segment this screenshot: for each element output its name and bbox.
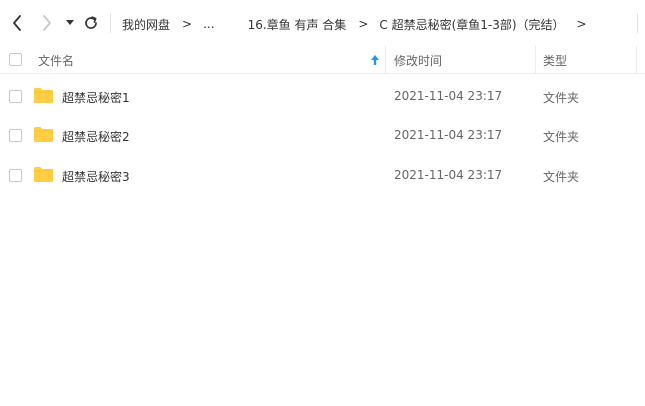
file-modified-time: 2021-11-04 23:17 [394, 89, 503, 103]
column-header-modified[interactable]: 修改时间 [394, 52, 442, 69]
navigation-toolbar: 我的网盘 > ... > 16.章鱼 有声 合集 > C 超禁忌秘密(章鱼1-3… [0, 0, 645, 46]
file-type: 文件夹 [543, 91, 580, 105]
file-row[interactable]: 超禁忌秘密2 2021-11-04 23:17 文件夹 [0, 115, 645, 155]
chevron-left-icon [13, 15, 21, 31]
sort-ascending-icon[interactable] [370, 54, 380, 66]
breadcrumb-item-ellipsis[interactable]: ... [203, 17, 214, 31]
forward-button[interactable] [36, 12, 58, 34]
breadcrumb-separator: > [182, 17, 193, 31]
column-divider[interactable] [636, 46, 637, 74]
breadcrumb-item-root[interactable]: 我的网盘 [122, 16, 170, 33]
breadcrumb-separator: > [358, 17, 369, 31]
back-button[interactable] [6, 12, 28, 34]
file-name[interactable]: 超禁忌秘密2 [62, 128, 130, 145]
file-modified-time: 2021-11-04 23:17 [394, 168, 503, 182]
breadcrumb: 我的网盘 > ... > 16.章鱼 有声 合集 > C 超禁忌秘密(章鱼1-3… [122, 15, 598, 33]
file-modified-time: 2021-11-04 23:17 [394, 128, 503, 142]
folder-icon [34, 167, 53, 182]
column-header-name[interactable]: 文件名 [38, 52, 74, 69]
column-divider[interactable] [535, 46, 536, 74]
file-list-header: 文件名 修改时间 类型 [0, 46, 645, 74]
file-row[interactable]: 超禁忌秘密3 2021-11-04 23:17 文件夹 [0, 155, 645, 195]
row-checkbox[interactable] [9, 129, 22, 142]
chevron-right-icon [43, 15, 51, 31]
refresh-icon [85, 16, 97, 29]
breadcrumb-item-collection[interactable]: 16.章鱼 有声 合集 [248, 16, 347, 33]
folder-icon [34, 88, 53, 103]
history-dropdown-button[interactable] [62, 12, 78, 34]
column-divider[interactable] [385, 46, 386, 74]
refresh-button[interactable] [80, 12, 102, 34]
select-all-checkbox[interactable] [9, 53, 22, 66]
file-row[interactable]: 超禁忌秘密1 2021-11-04 23:17 文件夹 [0, 76, 645, 116]
breadcrumb-separator: > [576, 17, 587, 31]
file-type: 文件夹 [543, 130, 580, 144]
row-checkbox[interactable] [9, 169, 22, 182]
row-checkbox[interactable] [9, 90, 22, 103]
file-type: 文件夹 [543, 170, 580, 184]
breadcrumb-item-current[interactable]: C 超禁忌秘密(章鱼1-3部)（完结） [379, 16, 564, 33]
column-header-type[interactable]: 类型 [543, 52, 567, 69]
toolbar-divider [110, 13, 111, 33]
file-name[interactable]: 超禁忌秘密3 [62, 168, 130, 185]
file-name[interactable]: 超禁忌秘密1 [62, 89, 130, 106]
toolbar-divider [637, 13, 638, 33]
caret-down-icon [66, 20, 74, 25]
folder-icon [34, 127, 53, 142]
